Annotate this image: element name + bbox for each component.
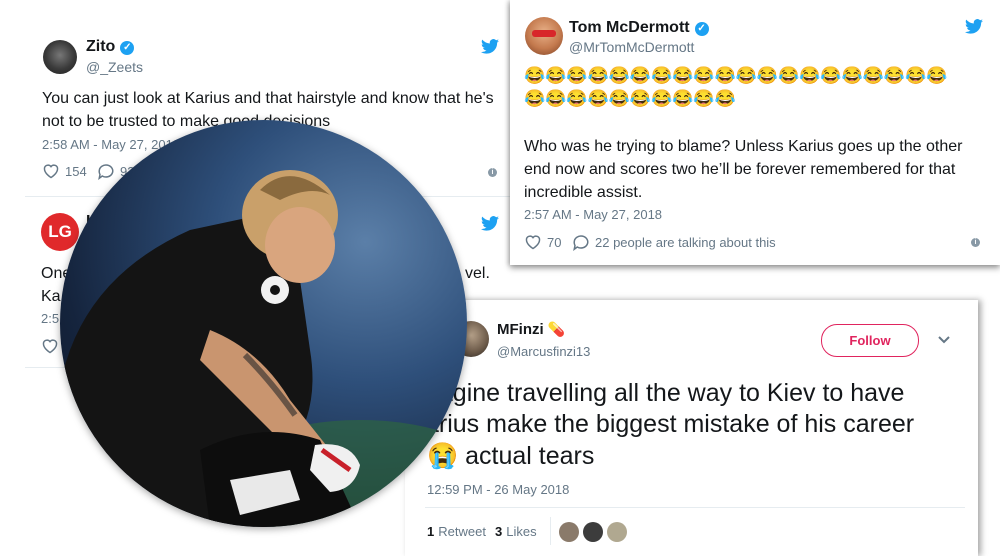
liker-avatar[interactable]: [583, 522, 603, 542]
reply-bubble-icon: [573, 235, 589, 251]
tweet-text-line2: Ka: [41, 288, 61, 305]
laughing-emoji-line2: 😂😂😂😂😂😂😂😂😂😂: [524, 89, 736, 108]
divider: [425, 507, 965, 508]
twitter-bird-icon: [481, 39, 499, 54]
tweet-card-mfinzi: MFinzi 💊 @Marcusfinzi13 Follow nagine tr…: [405, 300, 978, 556]
laughing-emoji-line1: 😂😂😂😂😂😂😂😂😂😂😂😂😂😂😂😂😂😂😂😂: [524, 66, 948, 85]
divider-vertical: [550, 517, 551, 545]
verified-badge-icon: ✓: [120, 41, 135, 55]
user-handle[interactable]: @Marcusfinzi13: [497, 344, 590, 359]
tweet-card-tom: Tom McDermott ✓ @MrTomMcDermott 😂😂😂😂😂😂😂😂😂…: [510, 0, 1000, 265]
tweet-text-line3-text: actual tears: [465, 442, 595, 470]
display-name[interactable]: Tom McDermott ✓: [569, 19, 709, 37]
display-name-text: Tom McDermott: [569, 19, 690, 36]
tweet-text-end: vel.: [465, 265, 490, 282]
likes-count-link[interactable]: 3 Likes: [495, 524, 537, 539]
heart-icon: [525, 235, 541, 250]
sunglasses-icon: [532, 30, 556, 37]
info-icon[interactable]: i: [971, 238, 980, 247]
avatar[interactable]: [43, 40, 77, 74]
like-button[interactable]: 70: [524, 234, 561, 250]
display-name[interactable]: Zito ✓: [86, 38, 135, 56]
twitter-bird-icon: [965, 19, 983, 34]
likes-count: 3: [495, 524, 503, 539]
pill-emoji-icon: 💊: [547, 321, 566, 337]
goalkeeper-photo: [60, 120, 467, 527]
display-name-text: MFinzi: [497, 321, 544, 338]
tweet-text-line2: arius make the biggest mistake of his ca…: [425, 410, 915, 438]
likes-label: Likes: [506, 524, 537, 539]
timestamp[interactable]: 2:5: [41, 311, 59, 326]
goalkeeper-figure-icon: [60, 170, 467, 527]
user-handle[interactable]: @_Zeets: [86, 59, 143, 75]
verified-badge-icon: ✓: [694, 22, 709, 36]
chevron-down-icon[interactable]: [938, 336, 950, 344]
follow-button[interactable]: Follow: [821, 324, 919, 357]
conversation-link[interactable]: 22 people are talking about this: [572, 234, 776, 251]
tweet-text-line1: nagine travelling all the way to Kiev to…: [425, 379, 905, 407]
avatar[interactable]: [525, 17, 563, 55]
user-handle[interactable]: @MrTomMcDermott: [569, 39, 694, 55]
display-name-text: Zito: [86, 38, 116, 55]
liker-avatar[interactable]: [607, 522, 627, 542]
liker-avatar[interactable]: [559, 522, 579, 542]
like-count: 70: [547, 234, 562, 250]
heart-icon: [42, 339, 58, 354]
like-button[interactable]: [41, 338, 59, 354]
tweet-text: Who was he trying to blame? Unless Kariu…: [524, 138, 963, 201]
display-name[interactable]: MFinzi 💊: [497, 321, 565, 338]
timestamp[interactable]: 2:57 AM - May 27, 2018: [524, 207, 662, 222]
info-icon[interactable]: i: [488, 168, 497, 177]
twitter-bird-icon: [481, 216, 499, 231]
heart-icon: [43, 164, 59, 179]
talking-count: 22 people are talking about this: [595, 235, 776, 250]
